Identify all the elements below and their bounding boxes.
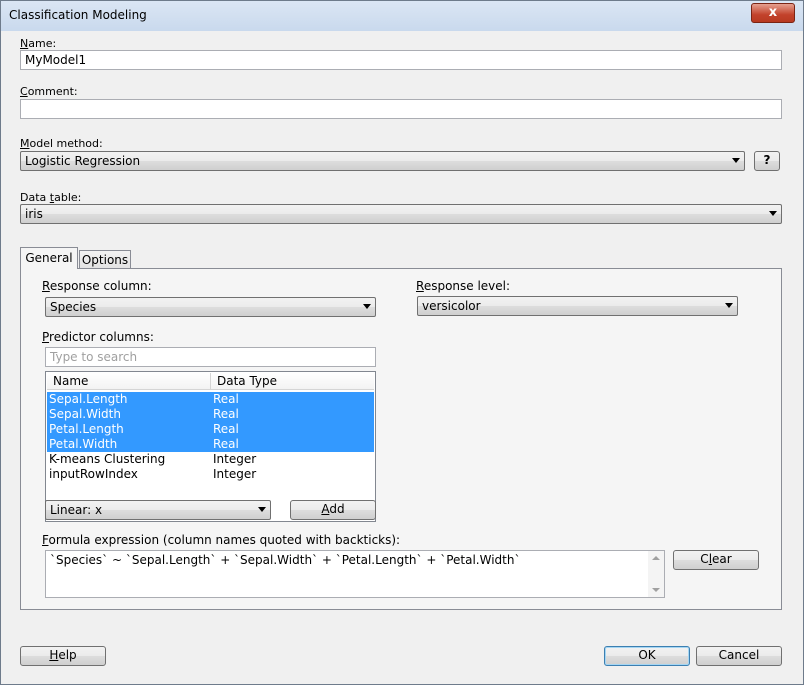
formula-label: Formula expression (column names quoted … [42,533,401,547]
list-item-type: Real [213,392,239,406]
list-item-name: Sepal.Width [49,407,121,421]
help-button[interactable]: Help [20,646,106,666]
model-method-select[interactable]: Logistic Regression [20,151,745,171]
chevron-down-icon [732,158,740,163]
list-item-type: Real [213,422,239,436]
list-item[interactable]: Petal.Width Real [47,437,374,452]
response-column-value: Species [50,300,97,314]
dialog-window: Classification Modeling x Name: MyModel1… [0,0,804,685]
list-item-name: inputRowIndex [49,467,138,481]
list-item[interactable]: Petal.Length Real [47,422,374,437]
model-method-label: Model method: [20,137,103,150]
add-button[interactable]: Add [290,500,376,520]
column-header-name[interactable]: Name [53,374,88,388]
response-level-label: Response level: [416,279,511,293]
name-input[interactable]: MyModel1 [20,50,782,70]
chevron-down-icon [258,507,266,512]
list-item-type: Real [213,407,239,421]
term-type-select[interactable]: Linear: x [45,500,271,520]
close-button[interactable]: x [751,3,795,23]
dialog-title: Classification Modeling [9,8,147,22]
list-item[interactable]: Sepal.Length Real [47,392,374,407]
term-type-value: Linear: x [50,503,103,517]
response-level-select[interactable]: versicolor [417,296,738,316]
scroll-down-icon[interactable] [652,588,660,592]
predictor-search-input[interactable]: Type to search [45,347,376,367]
ok-button[interactable]: OK [604,646,690,666]
data-table-label: Data table: [20,191,82,204]
list-item-type: Real [213,437,239,451]
name-label: Name: [20,37,57,50]
chevron-down-icon [725,303,733,308]
list-item[interactable]: Sepal.Width Real [47,407,374,422]
list-item-name: Petal.Width [49,437,118,451]
list-item-type: Integer [213,467,257,481]
cancel-button[interactable]: Cancel [696,646,782,666]
comment-label: Comment: [20,85,78,98]
list-item-type: Integer [213,452,257,466]
list-item-name: K-means Clustering [49,452,166,466]
tab-options[interactable]: Options [79,250,131,268]
data-table-value: iris [25,207,43,221]
list-item[interactable]: inputRowIndex Integer [47,467,374,482]
formula-text: `Species` ~ `Sepal.Length` + `Sepal.Widt… [50,553,521,567]
header-divider [210,373,211,389]
response-column-label: Response column: [42,279,152,293]
list-header: Name Data Type [47,373,374,390]
predictor-columns-label: Predictor columns: [42,330,154,344]
list-item-name: Sepal.Length [49,392,128,406]
clear-button[interactable]: Clear [673,550,759,570]
list-item-name: Petal.Length [49,422,124,436]
scroll-up-icon[interactable] [652,556,660,560]
column-header-data-type[interactable]: Data Type [217,374,277,388]
response-level-value: versicolor [422,299,481,313]
formula-input[interactable]: `Species` ~ `Sepal.Length` + `Sepal.Widt… [45,550,665,598]
model-help-button[interactable]: ? [754,151,780,171]
dialog-client: Name: MyModel1 Comment: Model method: Lo… [9,31,795,677]
tab-general[interactable]: General [20,247,78,269]
chevron-down-icon [769,211,777,216]
formula-scrollbar[interactable] [648,551,664,597]
list-item[interactable]: K-means Clustering Integer [47,452,374,467]
data-table-select[interactable]: iris [20,204,782,224]
response-column-select[interactable]: Species [45,297,376,317]
comment-input[interactable] [20,99,782,119]
title-bar[interactable]: Classification Modeling x [1,1,803,31]
model-method-value: Logistic Regression [25,154,141,168]
chevron-down-icon [363,304,371,309]
